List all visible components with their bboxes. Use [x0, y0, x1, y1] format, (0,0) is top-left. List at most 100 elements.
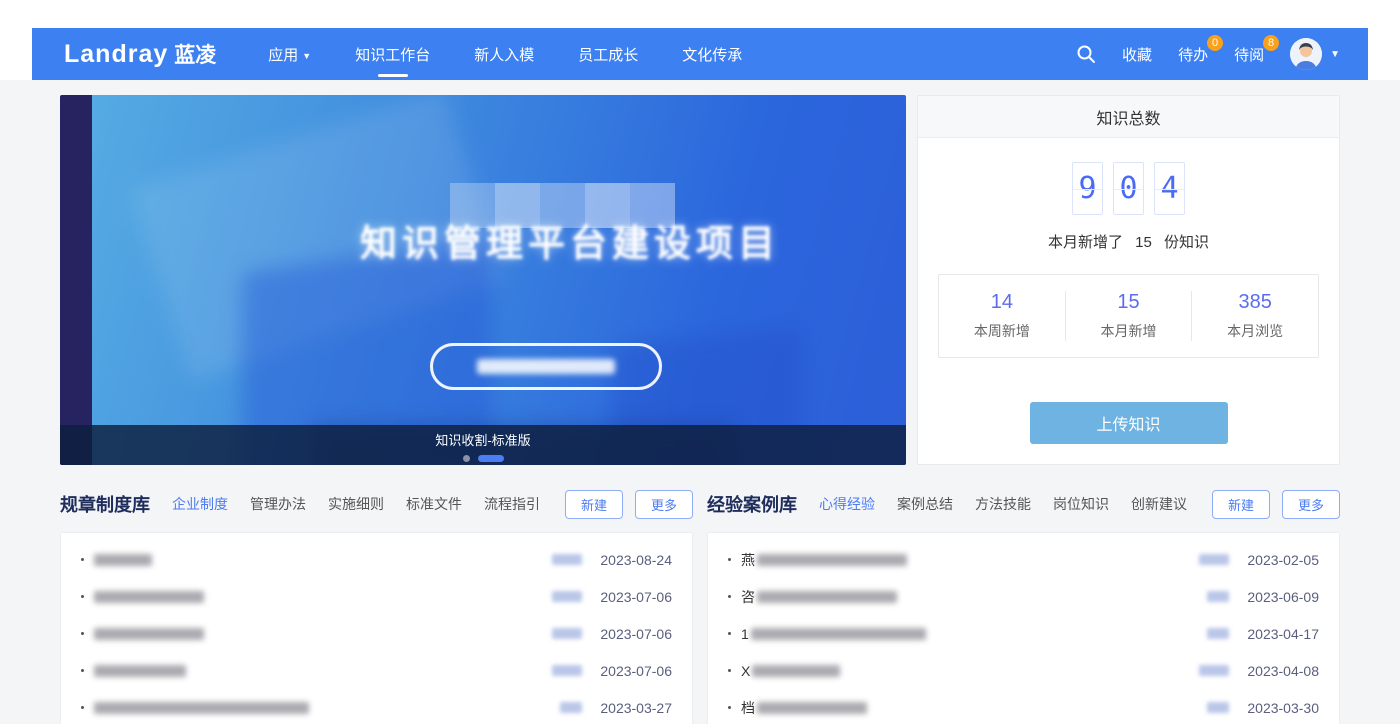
section-title[interactable]: 规章制度库 — [60, 491, 150, 517]
search-icon[interactable] — [1076, 44, 1096, 64]
list-item[interactable]: 2023-07-06 — [81, 615, 672, 652]
monthly-count: 15 — [1135, 234, 1152, 251]
list-item[interactable]: 燕 2023-02-05 — [728, 541, 1319, 578]
blurred-title — [757, 702, 867, 714]
banner-caption-bar: 知识收割-标准版 — [60, 425, 906, 465]
banner-caption-text: 知识收割-标准版 — [60, 430, 906, 449]
tab-management-methods[interactable]: 管理办法 — [250, 494, 306, 514]
metric-value: 15 — [1066, 291, 1192, 314]
blurred-author — [1199, 554, 1229, 565]
digit-box: 0 — [1113, 162, 1144, 215]
blurred-title — [94, 554, 152, 566]
landray-logo[interactable]: Landray 蓝凌 — [64, 39, 216, 69]
section-header: 经验案例库 心得经验 案例总结 方法技能 岗位知识 创新建议 新建 更多 — [707, 489, 1340, 519]
item-date: 2023-07-06 — [594, 663, 672, 679]
nav-menu: 应用▼ 知识工作台 新人入模 员工成长 文化传承 — [268, 44, 742, 65]
title-prefix: 咨 — [741, 587, 755, 607]
blurred-author — [1199, 665, 1229, 676]
tab-innovation-suggestions[interactable]: 创新建议 — [1131, 494, 1187, 514]
navbar: Landray 蓝凌 应用▼ 知识工作台 新人入模 员工成长 文化传承 — [32, 28, 1368, 80]
section-buttons: 新建 更多 — [1212, 490, 1340, 519]
blurred-author — [1207, 591, 1229, 602]
list-item[interactable]: X 2023-04-08 — [728, 652, 1319, 689]
blurred-author — [1207, 702, 1229, 713]
blurred-title — [751, 628, 926, 640]
item-date: 2023-03-27 — [594, 700, 672, 716]
tab-method-skills[interactable]: 方法技能 — [975, 494, 1031, 514]
section-rules-library: 规章制度库 企业制度 管理办法 实施细则 标准文件 流程指引 新建 更多 — [60, 489, 693, 724]
nav-item-knowledge-workbench[interactable]: 知识工作台 — [355, 44, 430, 65]
blurred-title — [94, 702, 309, 714]
bullet-icon — [81, 558, 84, 561]
more-button[interactable]: 更多 — [1282, 490, 1340, 519]
bullet-icon — [728, 669, 731, 672]
list-item[interactable]: 咨 2023-06-09 — [728, 578, 1319, 615]
nav-item-culture[interactable]: 文化传承 — [682, 44, 742, 65]
toread-label: 待阅 — [1234, 47, 1264, 64]
banner-pill-blurred-label — [477, 359, 615, 374]
todo-link[interactable]: 待办 0 — [1178, 44, 1208, 65]
list-item[interactable]: 2023-03-27 — [81, 689, 672, 724]
logo-cn: 蓝凌 — [174, 39, 216, 69]
bullet-icon — [81, 669, 84, 672]
nav-item-employee-growth[interactable]: 员工成长 — [578, 44, 638, 65]
list-item[interactable]: 2023-07-06 — [81, 652, 672, 689]
section-header: 规章制度库 企业制度 管理办法 实施细则 标准文件 流程指引 新建 更多 — [60, 489, 693, 519]
nav-item-label: 员工成长 — [578, 47, 638, 64]
nav-item-label: 新人入模 — [474, 47, 534, 64]
metric-month-views: 385 本月浏览 — [1191, 291, 1318, 341]
new-button[interactable]: 新建 — [565, 490, 623, 519]
tab-position-knowledge[interactable]: 岗位知识 — [1053, 494, 1109, 514]
carousel-dot-active[interactable] — [478, 455, 504, 462]
banner-title: 知识管理平台建设项目 — [290, 213, 850, 267]
metric-value: 14 — [939, 291, 1065, 314]
banner-pill-button[interactable] — [430, 343, 662, 390]
logo-latin: Landray — [64, 40, 168, 69]
tab-insights[interactable]: 心得经验 — [819, 494, 875, 514]
main-content: 知识管理平台建设项目 知识收割-标准版 知识总数 9 0 4 本 — [0, 80, 1400, 724]
digit-box: 4 — [1154, 162, 1185, 215]
list-item[interactable]: 2023-07-06 — [81, 578, 672, 615]
nav-item-apps[interactable]: 应用▼ — [268, 44, 311, 65]
item-date: 2023-08-24 — [594, 552, 672, 568]
metric-week-new: 14 本周新增 — [939, 291, 1065, 341]
bullet-icon — [81, 632, 84, 635]
tab-process-guides[interactable]: 流程指引 — [484, 494, 540, 514]
section-tabs: 企业制度 管理办法 实施细则 标准文件 流程指引 — [172, 494, 540, 514]
metric-label: 本周新增 — [939, 321, 1065, 341]
more-button[interactable]: 更多 — [635, 490, 693, 519]
tab-standard-files[interactable]: 标准文件 — [406, 494, 462, 514]
hero-banner[interactable]: 知识管理平台建设项目 知识收割-标准版 — [60, 95, 906, 465]
toread-link[interactable]: 待阅 8 — [1234, 44, 1264, 65]
carousel-dot[interactable] — [463, 455, 470, 462]
list-item[interactable]: 1 2023-04-17 — [728, 615, 1319, 652]
digit-box: 9 — [1072, 162, 1103, 215]
nav-item-newcomer[interactable]: 新人入模 — [474, 44, 534, 65]
blurred-title — [752, 665, 840, 677]
title-prefix: X — [741, 663, 750, 679]
blurred-author — [560, 702, 582, 713]
tab-enterprise-rules[interactable]: 企业制度 — [172, 494, 228, 514]
bullet-icon — [728, 632, 731, 635]
avatar — [1290, 38, 1322, 70]
monthly-suffix: 份知识 — [1164, 234, 1209, 251]
metric-value: 385 — [1192, 291, 1318, 314]
item-date: 2023-07-06 — [594, 589, 672, 605]
section-tabs: 心得经验 案例总结 方法技能 岗位知识 创新建议 — [819, 494, 1187, 514]
monthly-prefix: 本月新增了 — [1048, 234, 1123, 251]
total-digits: 9 0 4 — [918, 162, 1339, 215]
list-item[interactable]: 档 2023-03-30 — [728, 689, 1319, 724]
list-item[interactable]: 2023-08-24 — [81, 541, 672, 578]
blurred-author — [552, 665, 582, 676]
todo-label: 待办 — [1178, 47, 1208, 64]
upload-knowledge-button[interactable]: 上传知识 — [1030, 402, 1228, 444]
favorites-link[interactable]: 收藏 — [1122, 44, 1152, 65]
tab-case-summary[interactable]: 案例总结 — [897, 494, 953, 514]
new-button[interactable]: 新建 — [1212, 490, 1270, 519]
title-prefix: 1 — [741, 626, 749, 642]
user-menu[interactable]: ▼ — [1290, 38, 1340, 70]
top-bar: Landray 蓝凌 应用▼ 知识工作台 新人入模 员工成长 文化传承 — [0, 0, 1400, 80]
chevron-down-icon: ▼ — [302, 51, 311, 61]
tab-implementation-rules[interactable]: 实施细则 — [328, 494, 384, 514]
section-title[interactable]: 经验案例库 — [707, 491, 797, 517]
